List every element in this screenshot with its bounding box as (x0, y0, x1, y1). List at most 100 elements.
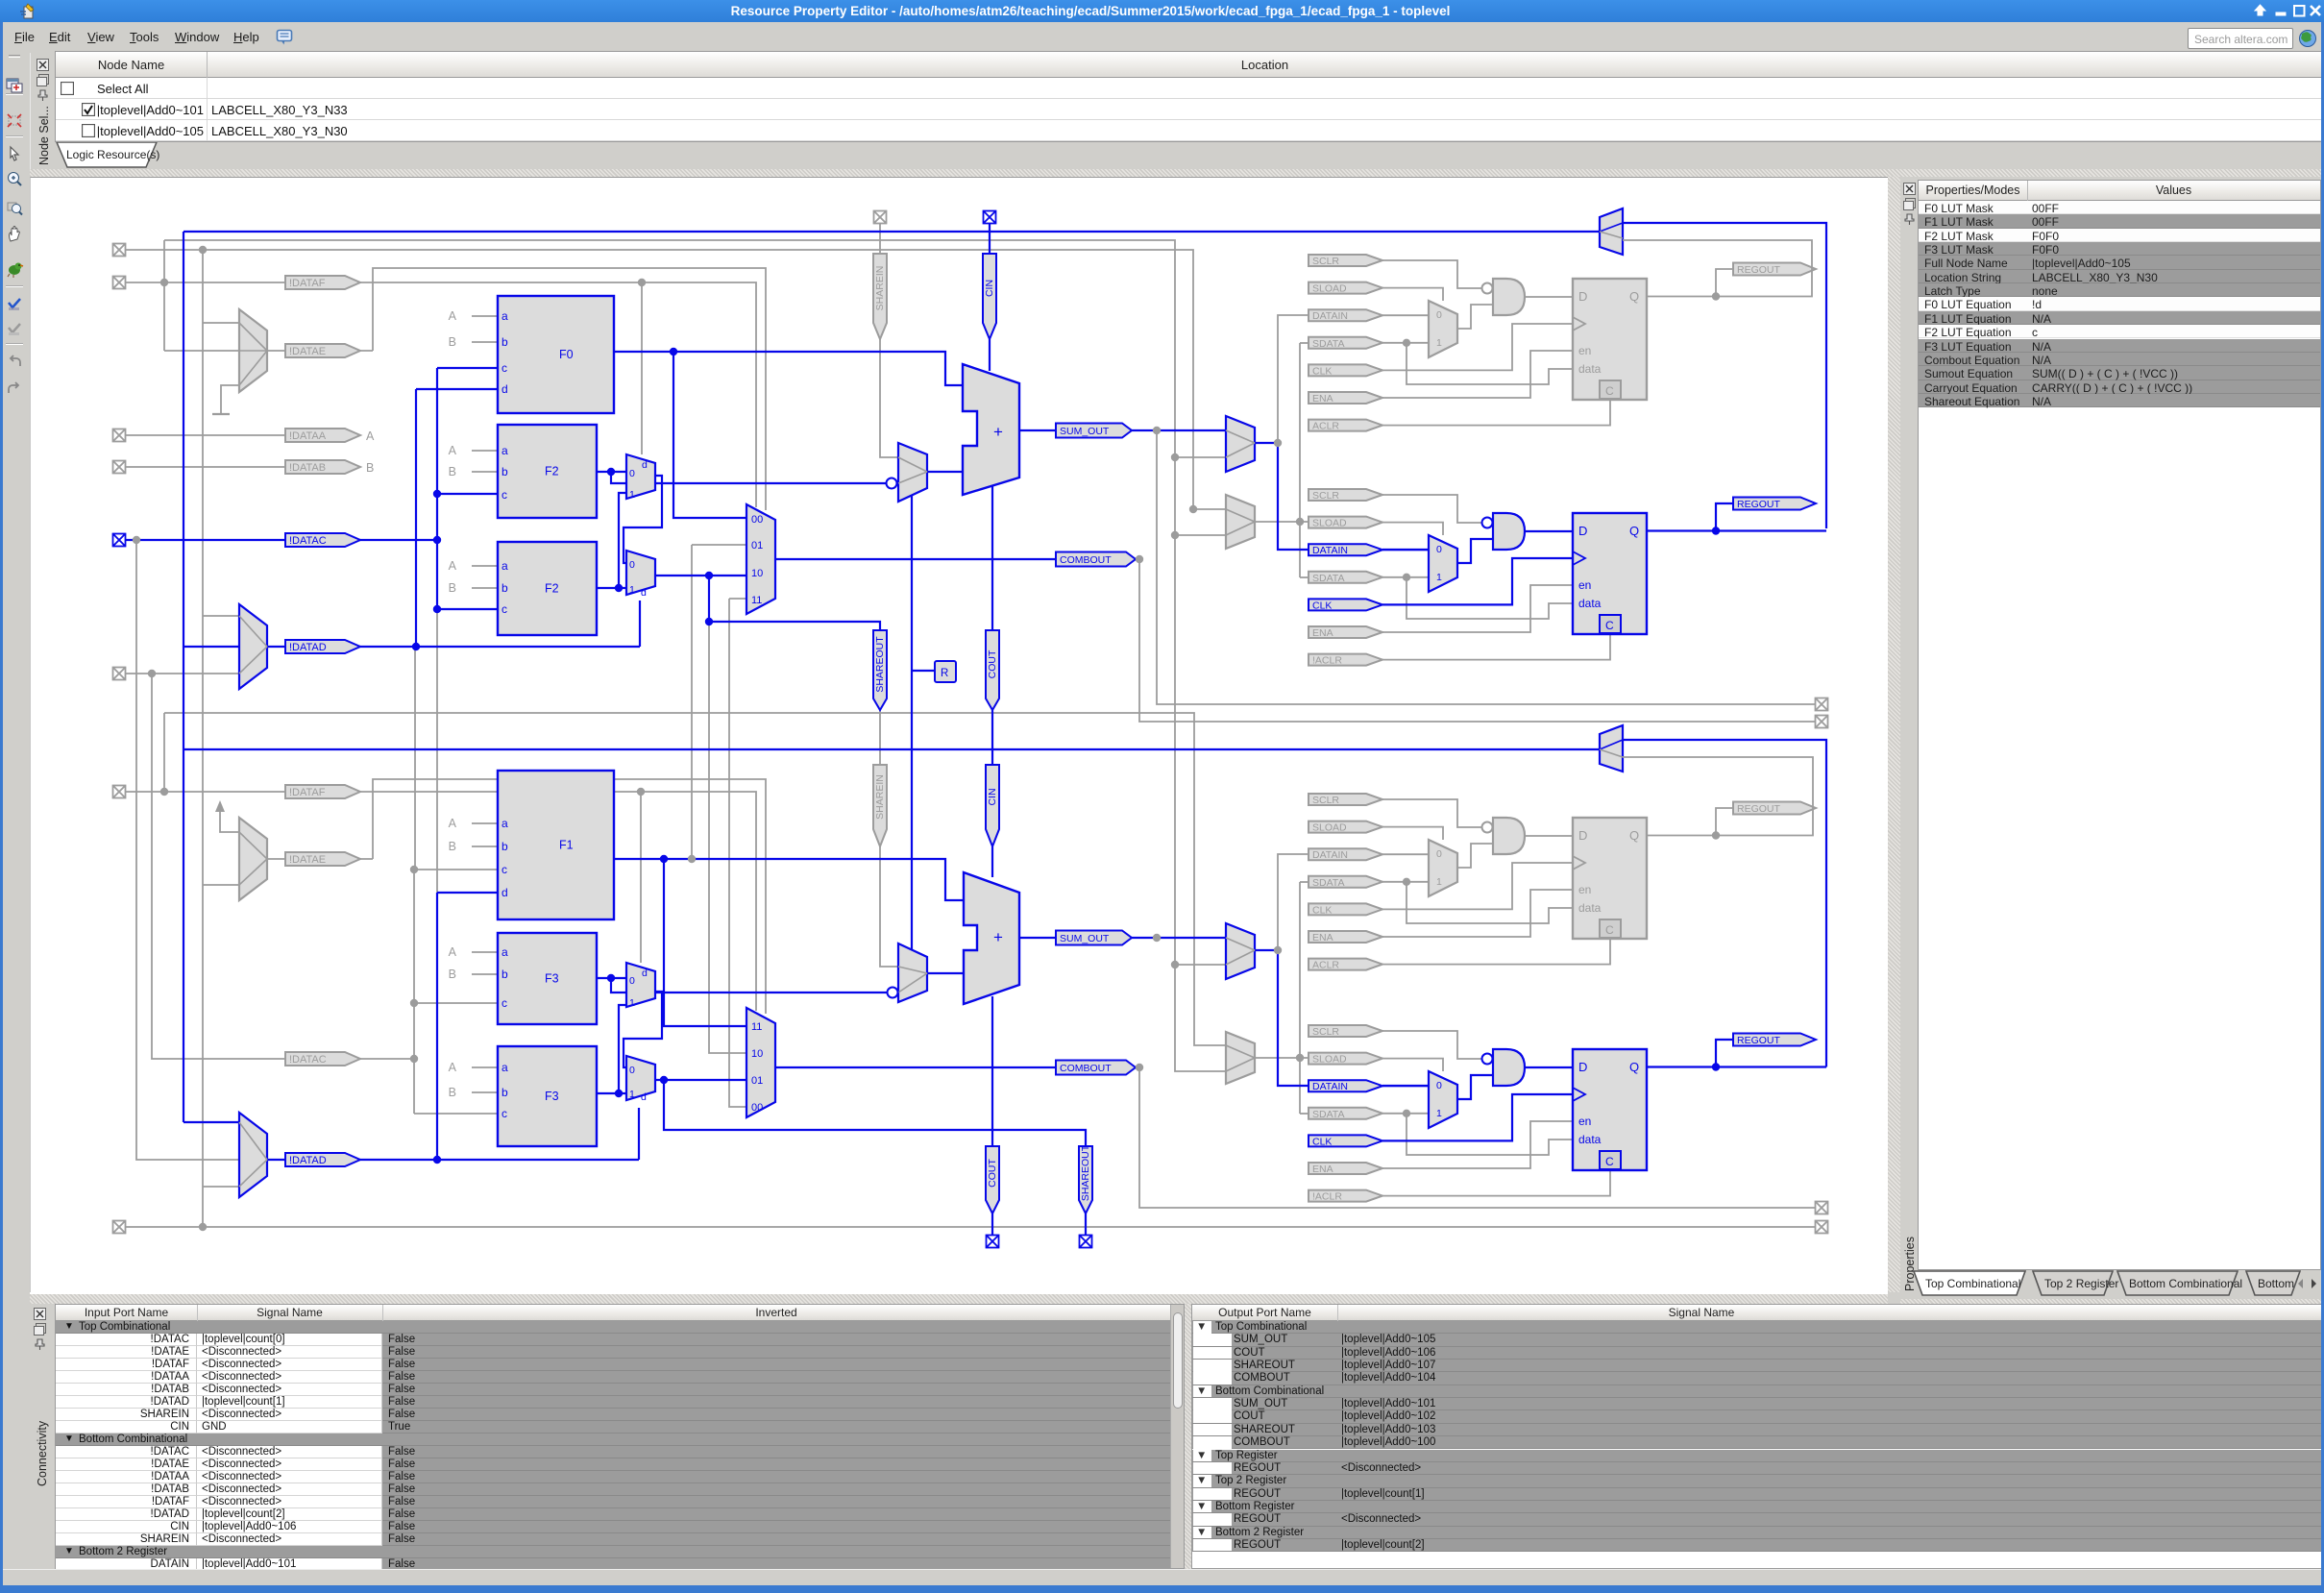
svg-text:!DATAD: !DATAD (289, 1155, 327, 1166)
svg-text:!ACLR: !ACLR (1312, 1191, 1342, 1203)
svg-text:11: 11 (751, 1021, 762, 1033)
svg-text:SUM_OUT: SUM_OUT (1060, 933, 1110, 944)
svg-text:1: 1 (1436, 876, 1442, 888)
svg-text:DATAIN: DATAIN (1312, 849, 1348, 861)
svg-text:A: A (449, 945, 457, 959)
svg-text:REGOUT: REGOUT (1737, 499, 1781, 510)
svg-text:10: 10 (751, 1048, 763, 1060)
svg-text:C: C (1605, 923, 1614, 937)
svg-text:A: A (449, 559, 457, 573)
svg-text:COUT: COUT (987, 649, 998, 678)
svg-text:B: B (449, 968, 456, 981)
svg-text:b: b (501, 968, 508, 981)
svg-text:c: c (501, 361, 507, 375)
svg-text:CLK: CLK (1312, 1136, 1332, 1147)
svg-text:c: c (501, 863, 507, 876)
svg-text:a: a (501, 444, 508, 457)
svg-text:D: D (1578, 828, 1587, 843)
svg-text:SCLR: SCLR (1312, 1026, 1339, 1038)
svg-text:B: B (449, 581, 456, 595)
svg-text:b: b (501, 335, 508, 349)
svg-text:SLOAD: SLOAD (1312, 1054, 1347, 1066)
svg-text:0: 0 (629, 1065, 635, 1076)
svg-text:d: d (501, 886, 508, 899)
svg-text:!ACLR: !ACLR (1312, 655, 1342, 667)
svg-text:F2: F2 (545, 465, 559, 478)
svg-text:REGOUT: REGOUT (1737, 803, 1781, 815)
svg-text:B: B (449, 335, 456, 349)
svg-text:c: c (501, 602, 507, 616)
svg-text:Q: Q (1629, 289, 1639, 304)
svg-text:a: a (501, 309, 508, 323)
svg-text:D: D (1578, 524, 1587, 538)
svg-text:F2: F2 (545, 582, 559, 596)
svg-text:!DATAC: !DATAC (289, 535, 327, 547)
svg-text:1: 1 (629, 584, 635, 596)
svg-text:SHAREIN: SHAREIN (874, 266, 886, 311)
svg-text:B: B (449, 1086, 456, 1099)
svg-text:SCLR: SCLR (1312, 256, 1339, 267)
svg-text:1: 1 (629, 489, 635, 501)
svg-text:b: b (501, 581, 508, 595)
svg-text:!DATAE: !DATAE (289, 854, 326, 866)
svg-text:!DATAF: !DATAF (289, 278, 326, 289)
svg-text:C: C (1605, 384, 1614, 398)
svg-text:c: c (501, 1107, 507, 1120)
svg-text:ENA: ENA (1312, 627, 1333, 639)
svg-text:0: 0 (629, 559, 635, 571)
svg-text:!DATAB: !DATAB (289, 462, 326, 474)
svg-text:c: c (501, 996, 507, 1010)
svg-text:SHAREOUT: SHAREOUT (874, 636, 886, 693)
svg-text:SLOAD: SLOAD (1312, 283, 1347, 295)
svg-text:CLK: CLK (1312, 904, 1332, 916)
svg-text:b: b (501, 465, 508, 478)
svg-text:A: A (449, 444, 457, 457)
svg-text:en: en (1578, 1115, 1591, 1128)
svg-text:COMBOUT: COMBOUT (1060, 554, 1112, 566)
svg-text:ENA: ENA (1312, 393, 1333, 404)
svg-text:Q: Q (1629, 524, 1639, 538)
svg-text:0: 0 (1436, 544, 1442, 555)
svg-text:b: b (501, 1086, 508, 1099)
svg-text:a: a (501, 945, 508, 959)
svg-text:COUT: COUT (987, 1159, 998, 1188)
svg-text:a: a (501, 559, 508, 573)
svg-text:d: d (641, 587, 647, 599)
svg-text:a: a (501, 817, 508, 830)
svg-text:CIN: CIN (987, 788, 998, 805)
svg-text:A: A (449, 817, 457, 830)
svg-text:B: B (449, 840, 456, 853)
svg-text:DATAIN: DATAIN (1312, 1081, 1348, 1092)
svg-text:B: B (366, 461, 374, 475)
svg-text:01: 01 (751, 540, 763, 551)
svg-text:SDATA: SDATA (1312, 573, 1344, 584)
svg-text:REGOUT: REGOUT (1737, 264, 1781, 276)
svg-text:en: en (1578, 344, 1591, 357)
svg-text:SLOAD: SLOAD (1312, 822, 1347, 834)
svg-text:A: A (449, 309, 457, 323)
svg-text:SHAREOUT: SHAREOUT (1080, 1144, 1091, 1201)
svg-text:d: d (642, 459, 648, 471)
svg-text:SDATA: SDATA (1312, 877, 1344, 889)
svg-text:1: 1 (1436, 572, 1442, 583)
svg-text:1: 1 (1436, 337, 1442, 349)
svg-text:C: C (1605, 1155, 1614, 1168)
svg-text:data: data (1578, 901, 1602, 915)
svg-text:data: data (1578, 1133, 1602, 1146)
svg-text:CIN: CIN (984, 280, 995, 297)
svg-text:00: 00 (751, 1102, 763, 1114)
svg-text:+: + (993, 423, 1003, 441)
svg-text:1: 1 (629, 997, 635, 1009)
svg-text:F3: F3 (545, 1090, 559, 1103)
svg-text:01: 01 (751, 1075, 763, 1087)
svg-text:D: D (1578, 289, 1587, 304)
svg-text:REGOUT: REGOUT (1737, 1035, 1781, 1046)
svg-text:CLK: CLK (1312, 600, 1332, 611)
svg-text:Q: Q (1629, 1060, 1639, 1074)
svg-text:00: 00 (751, 514, 763, 526)
svg-text:SCLR: SCLR (1312, 490, 1339, 502)
svg-text:DATAIN: DATAIN (1312, 310, 1348, 322)
svg-text:d: d (501, 382, 508, 396)
svg-text:!DATAE: !DATAE (289, 346, 326, 357)
svg-text:C: C (1605, 619, 1614, 632)
